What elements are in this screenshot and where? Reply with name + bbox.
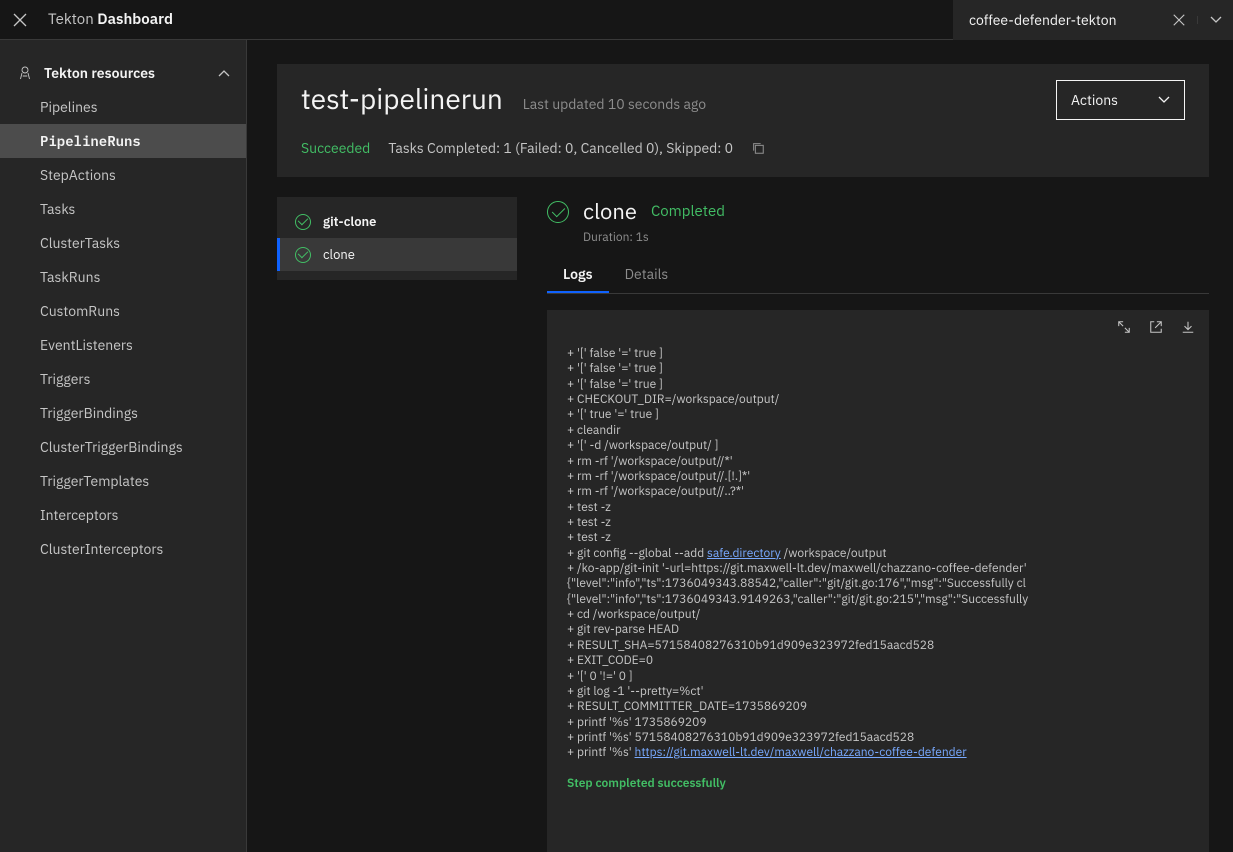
task-list: git-clone clone xyxy=(277,197,517,280)
step-name: clone xyxy=(583,197,637,226)
log-body[interactable]: + '[' false '=' true ]+ '[' false '=' tr… xyxy=(547,334,1209,803)
log-link[interactable]: https://git.maxwell-lt.dev/maxwell/chazz… xyxy=(635,745,967,760)
sidebar-item-tasks[interactable]: Tasks xyxy=(0,192,246,226)
log-box: + '[' false '=' true ]+ '[' false '=' tr… xyxy=(547,310,1209,852)
status-success-icon xyxy=(295,247,311,263)
sidebar-item-triggertemplates[interactable]: TriggerTemplates xyxy=(0,464,246,498)
task-item-clone[interactable]: clone xyxy=(277,238,517,271)
sidebar-item-clusterinterceptors[interactable]: ClusterInterceptors xyxy=(0,532,246,566)
chevron-up-icon[interactable] xyxy=(218,69,230,77)
log-pane: clone Completed Duration: 1s LogsDetails xyxy=(517,197,1209,852)
main-content: test-pipelinerun Last updated 10 seconds… xyxy=(247,40,1233,852)
step-duration: Duration: 1s xyxy=(583,230,1209,245)
log-tabs: LogsDetails xyxy=(547,257,1209,294)
sidebar-item-eventlisteners[interactable]: EventListeners xyxy=(0,328,246,362)
app-title: Tekton Dashboard xyxy=(40,10,173,29)
project-picker[interactable]: coffee-defender-tekton xyxy=(953,0,1233,40)
chevron-down-icon xyxy=(1158,96,1170,104)
download-icon[interactable] xyxy=(1181,320,1195,334)
sidebar: Tekton resources PipelinesPipelineRunsSt… xyxy=(0,40,247,852)
expand-icon[interactable] xyxy=(1117,320,1131,334)
tab-details[interactable]: Details xyxy=(609,257,685,293)
sidebar-item-clustertriggerbindings[interactable]: ClusterTriggerBindings xyxy=(0,430,246,464)
task-label: clone xyxy=(323,246,355,263)
run-title: test-pipelinerun xyxy=(301,80,503,117)
tasks-completed: Tasks Completed: 1 (Failed: 0, Cancelled… xyxy=(388,139,733,157)
last-updated: Last updated 10 seconds ago xyxy=(523,95,706,113)
sidebar-item-pipelineruns[interactable]: PipelineRuns xyxy=(0,124,246,158)
sidebar-nav: PipelinesPipelineRunsStepActionsTasksClu… xyxy=(0,90,246,566)
run-status: Succeeded xyxy=(301,139,370,157)
sidebar-item-taskruns[interactable]: TaskRuns xyxy=(0,260,246,294)
sidebar-item-customruns[interactable]: CustomRuns xyxy=(0,294,246,328)
sidebar-section-title: Tekton resources xyxy=(44,64,155,82)
project-name: coffee-defender-tekton xyxy=(969,11,1161,29)
status-success-icon xyxy=(547,201,569,223)
sidebar-item-triggers[interactable]: Triggers xyxy=(0,362,246,396)
task-label: git-clone xyxy=(323,213,376,230)
open-external-icon[interactable] xyxy=(1149,320,1163,334)
sidebar-item-triggerbindings[interactable]: TriggerBindings xyxy=(0,396,246,430)
step-header: clone Completed xyxy=(547,197,1209,226)
sidebar-item-stepactions[interactable]: StepActions xyxy=(0,158,246,192)
step-status: Completed xyxy=(651,202,725,221)
sidebar-item-pipelines[interactable]: Pipelines xyxy=(0,90,246,124)
log-link[interactable]: safe.directory xyxy=(707,546,781,561)
task-item-git-clone[interactable]: git-clone xyxy=(277,205,517,238)
sidebar-item-interceptors[interactable]: Interceptors xyxy=(0,498,246,532)
sidebar-section-header[interactable]: Tekton resources xyxy=(0,56,246,90)
tekton-logo-icon xyxy=(16,64,34,82)
top-bar: Tekton Dashboard coffee-defender-tekton xyxy=(0,0,1233,40)
clear-project-icon[interactable] xyxy=(1161,13,1197,27)
run-header-card: test-pipelinerun Last updated 10 seconds… xyxy=(277,64,1209,177)
status-success-icon xyxy=(295,214,311,230)
sidebar-item-clustertasks[interactable]: ClusterTasks xyxy=(0,226,246,260)
log-completion-message: Step completed successfully xyxy=(567,776,1189,791)
actions-label: Actions xyxy=(1071,91,1118,109)
tab-logs[interactable]: Logs xyxy=(547,257,609,293)
chevron-down-icon[interactable] xyxy=(1197,16,1233,24)
actions-button[interactable]: Actions xyxy=(1056,80,1185,120)
close-icon[interactable] xyxy=(0,0,40,40)
copy-icon[interactable] xyxy=(751,141,765,155)
log-toolbar xyxy=(547,310,1209,334)
